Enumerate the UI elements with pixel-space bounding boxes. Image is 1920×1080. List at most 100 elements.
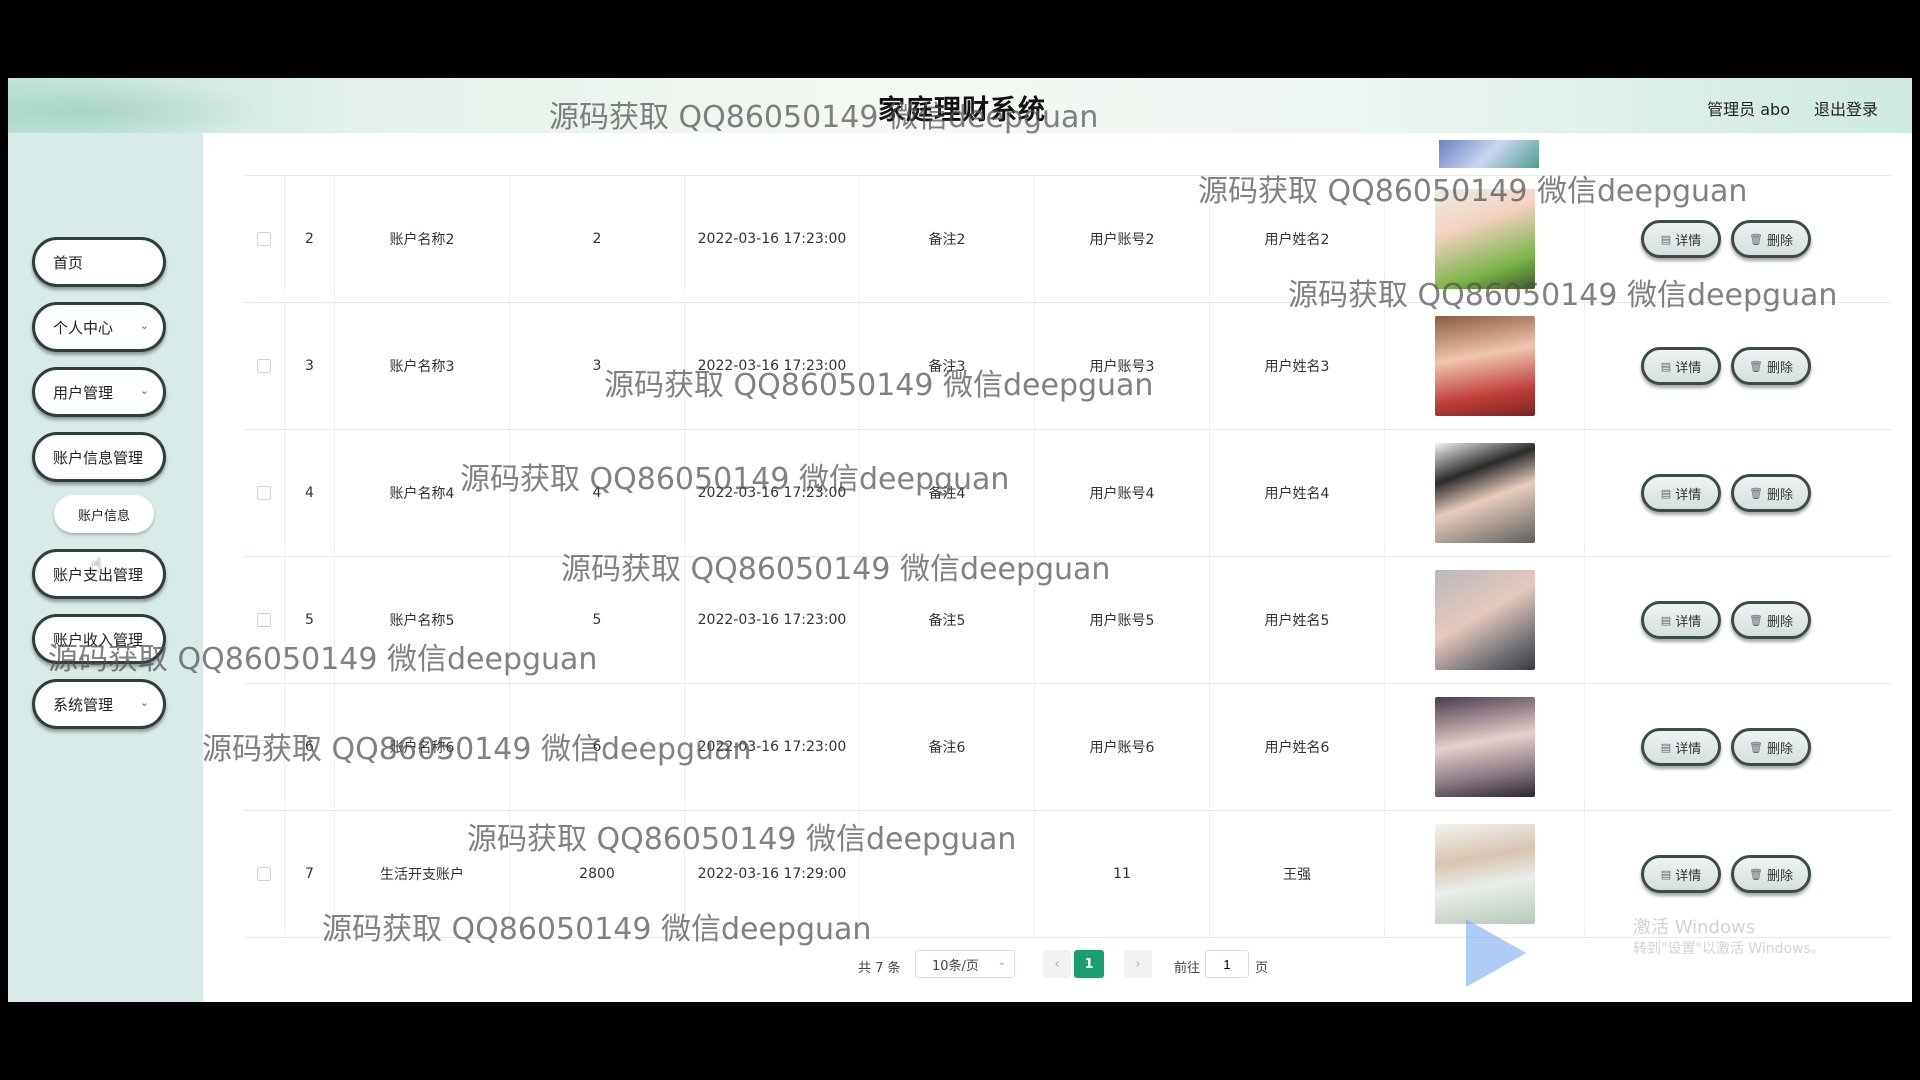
table-row: 3 账户名称3 3 2022-03-16 17:23:00 备注3 用户账号3 用户姓名3 ▤… — [244, 303, 1892, 430]
app-title: 家庭理财系统 — [878, 95, 1046, 126]
activate-windows-subtitle: 转到"设置"以激活 Windows。 — [1633, 941, 1825, 957]
sidebar-item-personal-center[interactable]: 个人中心 ⌄ — [32, 302, 166, 352]
row-checkbox[interactable] — [257, 867, 271, 881]
detail-button-label: 详情 — [1675, 868, 1702, 884]
sidebar-subitem-account-info[interactable]: 账户信息 — [54, 495, 154, 533]
detail-button-label: 详情 — [1675, 741, 1702, 757]
page-unit-label: 页 — [1255, 961, 1269, 976]
document-icon: ▤ — [1660, 359, 1672, 373]
sidebar: 首页 个人中心 ⌄ 用户管理 ⌄ 账户信息管理 账户信息 账户支出管理 账户收入管理… — [8, 133, 203, 1002]
cell-time: 2022-03-16 17:23:00 — [684, 176, 859, 302]
cell-username: 用户姓名6 — [1209, 684, 1384, 810]
user-photo — [1434, 697, 1535, 797]
goto-label: 前往 — [1174, 961, 1201, 976]
top-header: 家庭理财系统 管理员 abo 退出登录 — [8, 78, 1912, 133]
cell-remark: 备注6 — [859, 684, 1034, 810]
chevron-down-icon: ⌄ — [997, 957, 1006, 968]
detail-button[interactable]: ▤ 详情 — [1641, 855, 1721, 893]
delete-button[interactable]: 🗑 删除 — [1731, 220, 1811, 258]
detail-button[interactable]: ▤ 详情 — [1641, 347, 1721, 385]
document-icon: ▤ — [1660, 867, 1672, 881]
sidebar-item-system-management[interactable]: 系统管理 ⌄ — [32, 679, 166, 729]
row-checkbox[interactable] — [257, 740, 271, 754]
actions-cell: ▤ 详情 🗑 删除 — [1584, 303, 1892, 429]
photo-cell — [1384, 430, 1584, 556]
sidebar-item-home[interactable]: 首页 — [32, 237, 166, 287]
cell-time: 2022-03-16 17:23:00 — [684, 303, 859, 429]
cell-username: 用户姓名4 — [1209, 430, 1384, 556]
cell-account: 用户账号6 — [1034, 684, 1209, 810]
total-count: 共 7 条 — [858, 961, 901, 976]
cell-index: 6 — [284, 684, 334, 810]
detail-button-label: 详情 — [1675, 614, 1702, 630]
next-page-button[interactable]: › — [1124, 950, 1152, 978]
document-icon: ▤ — [1660, 613, 1672, 627]
goto-page-input[interactable] — [1205, 950, 1249, 978]
trash-icon: 🗑 — [1749, 232, 1763, 246]
delete-button-label: 删除 — [1766, 487, 1793, 503]
trash-icon: 🗑 — [1749, 867, 1763, 881]
document-icon: ▤ — [1660, 740, 1672, 754]
cell-remark: 备注3 — [859, 303, 1034, 429]
sidebar-item-label: 用户管理 — [53, 383, 114, 402]
chevron-down-icon: ⌄ — [139, 384, 149, 397]
cell-name: 账户名称6 — [334, 684, 509, 810]
row-checkbox[interactable] — [257, 359, 271, 373]
data-table: 2 账户名称2 2 2022-03-16 17:23:00 备注2 用户账号2 用户姓名2 ▤… — [244, 133, 1892, 938]
trash-icon: 🗑 — [1749, 613, 1763, 627]
delete-button-label: 删除 — [1766, 868, 1793, 884]
delete-button[interactable]: 🗑 删除 — [1731, 347, 1811, 385]
delete-button[interactable]: 🗑 删除 — [1731, 601, 1811, 639]
detail-button[interactable]: ▤ 详情 — [1641, 601, 1721, 639]
cell-amount: 2 — [509, 176, 684, 302]
cell-account: 用户账号3 — [1034, 303, 1209, 429]
page-number-current[interactable]: 1 — [1074, 950, 1104, 978]
delete-button-label: 删除 — [1766, 360, 1793, 376]
chevron-down-icon: ⌄ — [139, 696, 149, 709]
photo-cell — [1439, 133, 1539, 175]
delete-button[interactable]: 🗑 删除 — [1731, 728, 1811, 766]
cell-time: 2022-03-16 17:29:00 — [684, 811, 859, 937]
user-photo — [1434, 824, 1535, 924]
trash-icon: 🗑 — [1749, 359, 1763, 373]
sidebar-item-label: 首页 — [53, 253, 84, 272]
cell-time: 2022-03-16 17:23:00 — [684, 557, 859, 683]
activate-windows-title: 激活 Windows — [1633, 917, 1756, 938]
detail-button-label: 详情 — [1675, 360, 1702, 376]
logout-link[interactable]: 退出登录 — [1814, 96, 1878, 120]
cell-index: 5 — [284, 557, 334, 683]
row-checkbox[interactable] — [257, 613, 271, 627]
user-photo — [1434, 570, 1535, 670]
prev-page-button[interactable]: ‹ — [1043, 950, 1071, 978]
detail-button[interactable]: ▤ 详情 — [1641, 220, 1721, 258]
sidebar-item-user-management[interactable]: 用户管理 ⌄ — [32, 367, 166, 417]
sidebar-item-income-management[interactable]: 账户收入管理 — [32, 614, 166, 664]
delete-button[interactable]: 🗑 删除 — [1731, 474, 1811, 512]
user-photo — [1434, 189, 1535, 289]
detail-button[interactable]: ▤ 详情 — [1641, 474, 1721, 512]
photo-cell — [1384, 303, 1584, 429]
cell-account: 用户账号2 — [1034, 176, 1209, 302]
cell-time: 2022-03-16 17:23:00 — [684, 684, 859, 810]
row-checkbox[interactable] — [257, 232, 271, 246]
cell-amount: 2800 — [509, 811, 684, 937]
row-checkbox[interactable] — [257, 486, 271, 500]
cell-username: 王强 — [1209, 811, 1384, 937]
chevron-down-icon: ⌄ — [139, 319, 149, 332]
page-size-select[interactable]: 10条/页 ⌄ — [915, 950, 1015, 978]
mouse-cursor-icon: ☝ — [90, 553, 103, 577]
cell-time: 2022-03-16 17:23:00 — [684, 430, 859, 556]
cell-index: 7 — [284, 811, 334, 937]
cell-amount: 5 — [509, 557, 684, 683]
photo-thumbnail — [1439, 140, 1539, 168]
cell-name: 账户名称2 — [334, 176, 509, 302]
sidebar-item-account-info-management[interactable]: 账户信息管理 — [32, 432, 166, 482]
delete-button[interactable]: 🗑 删除 — [1731, 855, 1811, 893]
checkbox-cell — [244, 684, 284, 810]
admin-label: 管理员 abo — [1707, 100, 1790, 119]
photo-cell — [1384, 557, 1584, 683]
detail-button[interactable]: ▤ 详情 — [1641, 728, 1721, 766]
trash-icon: 🗑 — [1749, 486, 1763, 500]
sidebar-subitem-label: 账户信息 — [77, 508, 130, 524]
cell-name: 账户名称5 — [334, 557, 509, 683]
